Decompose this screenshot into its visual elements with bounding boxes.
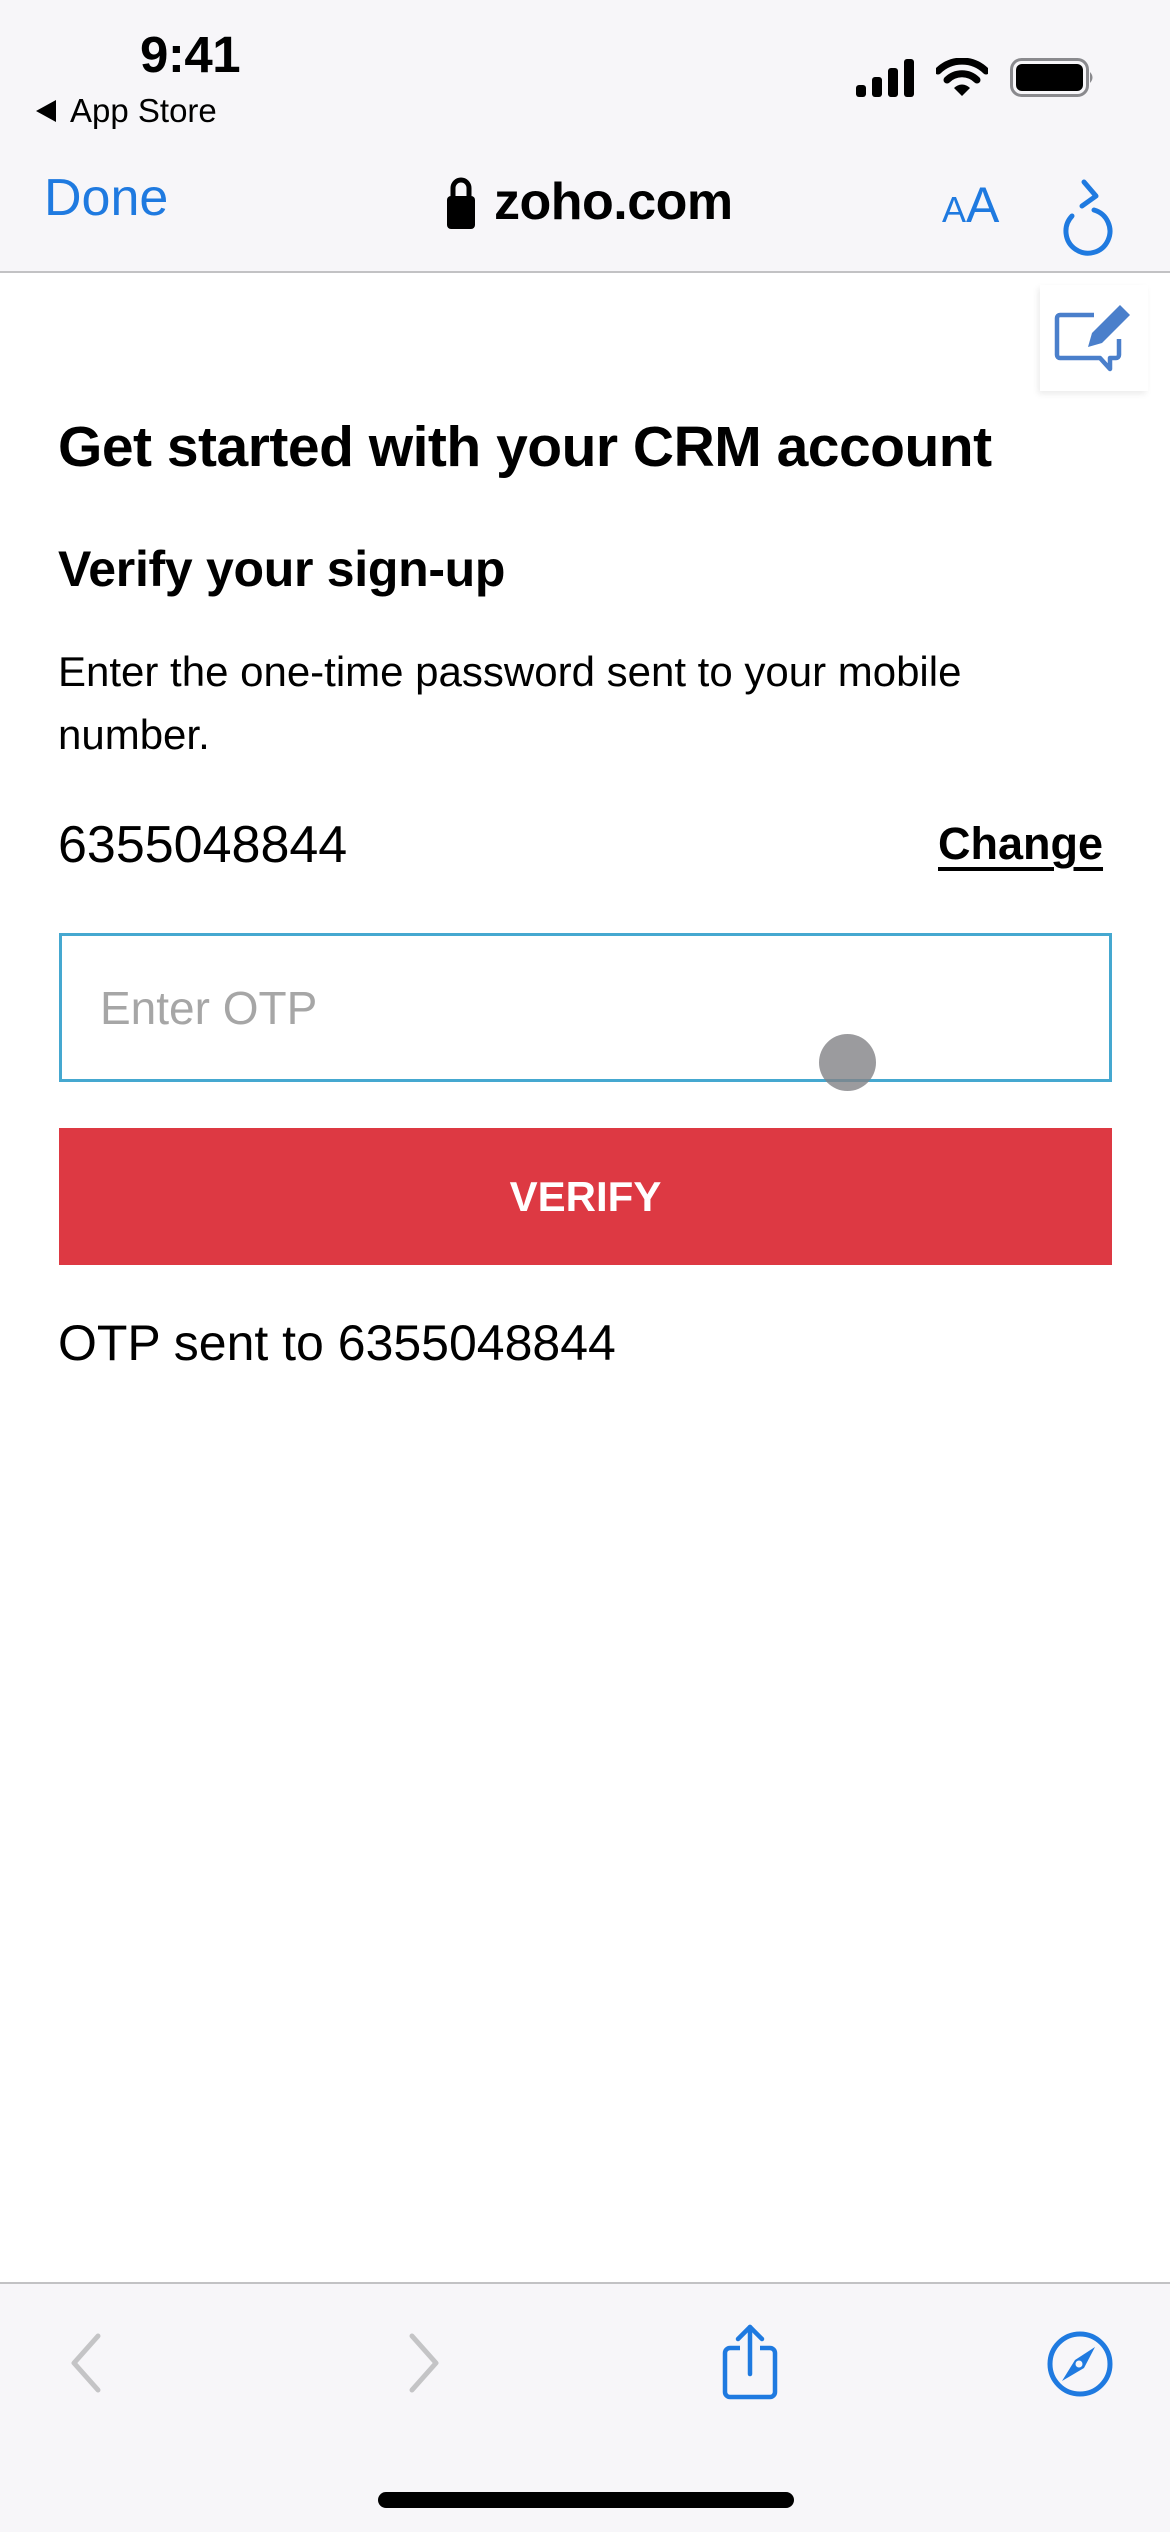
cellular-signal-icon: [856, 59, 914, 97]
feedback-edit-icon: [1054, 305, 1130, 372]
domain-label: zoho.com: [494, 173, 733, 231]
battery-icon: [1010, 58, 1093, 97]
otp-input[interactable]: [59, 933, 1112, 1082]
lock-icon: [447, 177, 475, 229]
done-button[interactable]: Done: [44, 168, 168, 228]
feedback-button[interactable]: [1040, 285, 1148, 391]
chevron-right-icon[interactable]: [402, 2330, 446, 2396]
section-title: Verify your sign-up: [58, 541, 506, 597]
home-indicator[interactable]: [378, 2492, 794, 2508]
wifi-icon: [936, 58, 988, 96]
reload-icon[interactable]: [1062, 176, 1118, 258]
share-icon[interactable]: [718, 2322, 782, 2402]
status-time: 9:41: [140, 26, 241, 83]
page-title: Get started with your CRM account: [58, 415, 992, 479]
phone-number: 6355048844: [58, 816, 348, 874]
otp-sent-status: OTP sent to 6355048844: [58, 1315, 616, 1371]
back-to-app-link[interactable]: App Store: [36, 92, 217, 130]
text-size-button[interactable]: A A: [942, 176, 999, 234]
address-bar[interactable]: zoho.com: [446, 172, 733, 232]
otp-instructions: Enter the one-time password sent to your…: [58, 648, 962, 758]
change-number-link[interactable]: Change: [938, 818, 1103, 870]
browser-header: 9:41 App Store Done zoho.com A A: [0, 0, 1170, 273]
compass-icon[interactable]: [1046, 2330, 1114, 2398]
status-icons: [856, 58, 1096, 98]
chevron-left-icon[interactable]: [64, 2330, 108, 2396]
text-size-small-glyph: A: [942, 189, 967, 230]
back-triangle-icon: [36, 100, 56, 122]
verify-button[interactable]: VERIFY: [59, 1128, 1112, 1265]
text-size-large-glyph: A: [966, 177, 1000, 233]
back-app-label: App Store: [70, 92, 217, 129]
